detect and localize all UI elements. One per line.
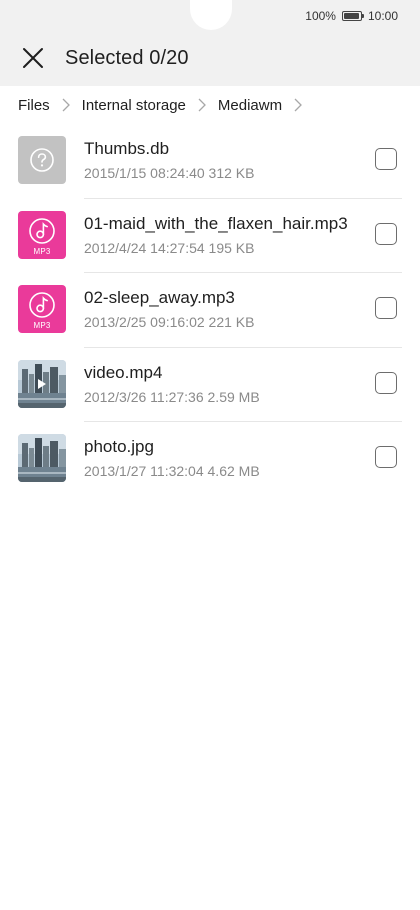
file-type-badge: MP3 xyxy=(33,321,51,330)
select-checkbox[interactable] xyxy=(375,297,397,319)
battery-percent: 100% xyxy=(305,9,336,23)
select-checkbox[interactable] xyxy=(375,371,397,394)
file-meta: 2013/2/25 09:16:02 221 KB xyxy=(84,314,255,330)
list-item[interactable]: photo.jpg 2013/1/27 11:32:04 4.62 MB xyxy=(0,422,420,497)
top-area: 100% 10:00 Selected 0/20 xyxy=(0,0,420,86)
chevron-right-icon xyxy=(62,98,70,112)
file-meta: 2012/4/24 14:27:54 195 KB xyxy=(84,239,255,256)
cityscape-image xyxy=(18,434,66,482)
list-item[interactable]: MP3 02-sleep_away.mp3 2013/2/25 09:16:02… xyxy=(0,273,420,348)
breadcrumb-internal-storage[interactable]: Internal storage xyxy=(82,97,186,114)
play-icon xyxy=(38,378,46,389)
file-name: 02-sleep_away.mp3 xyxy=(84,288,235,307)
page-title: Selected 0/20 xyxy=(65,46,189,69)
music-note-icon xyxy=(29,217,55,244)
breadcrumb-files[interactable]: Files xyxy=(18,97,50,114)
file-name: video.mp4 xyxy=(84,362,163,382)
video-thumbnail xyxy=(18,359,66,408)
select-checkbox[interactable] xyxy=(375,222,397,245)
file-list: Thumbs.db 2015/1/15 08:24:40 312 KB MP3 … xyxy=(0,124,420,497)
chevron-right-icon xyxy=(198,98,206,112)
status-bar: 100% 10:00 xyxy=(305,8,398,24)
list-item[interactable]: MP3 01-maid_with_the_flaxen_hair.mp3 201… xyxy=(0,199,420,273)
music-file-icon: MP3 xyxy=(18,285,66,333)
select-checkbox[interactable] xyxy=(375,446,397,468)
chevron-right-icon xyxy=(294,98,303,112)
select-checkbox[interactable] xyxy=(375,148,397,170)
close-button[interactable] xyxy=(18,43,48,73)
unknown-file-icon xyxy=(18,136,66,184)
close-icon xyxy=(23,48,43,68)
file-meta: 2015/1/15 08:24:40 312 KB xyxy=(84,165,255,181)
file-type-badge: MP3 xyxy=(33,246,51,256)
title-bar: Selected 0/20 xyxy=(0,38,420,78)
file-name: 01-maid_with_the_flaxen_hair.mp3 xyxy=(84,213,348,233)
battery-icon xyxy=(341,11,364,21)
music-note-icon xyxy=(29,292,55,318)
clock: 10:00 xyxy=(367,9,398,23)
file-name: photo.jpg xyxy=(84,437,154,456)
file-meta: 2012/3/26 11:27:36 2.59 MB xyxy=(84,388,260,405)
file-meta: 2013/1/27 11:32:04 4.62 MB xyxy=(84,463,260,479)
camera-notch xyxy=(190,0,232,30)
breadcrumb: Files Internal storage Mediawm xyxy=(0,86,420,124)
list-item[interactable]: Thumbs.db 2015/1/15 08:24:40 312 KB xyxy=(0,124,420,199)
music-file-icon: MP3 xyxy=(18,210,66,259)
breadcrumb-mediawm[interactable]: Mediawm xyxy=(218,97,282,114)
image-thumbnail xyxy=(18,434,66,482)
list-item[interactable]: video.mp4 2012/3/26 11:27:36 2.59 MB xyxy=(0,348,420,422)
file-picker-screen: 100% 10:00 Selected 0/20 Files Internal … xyxy=(0,0,420,910)
file-name: Thumbs.db xyxy=(84,139,170,158)
